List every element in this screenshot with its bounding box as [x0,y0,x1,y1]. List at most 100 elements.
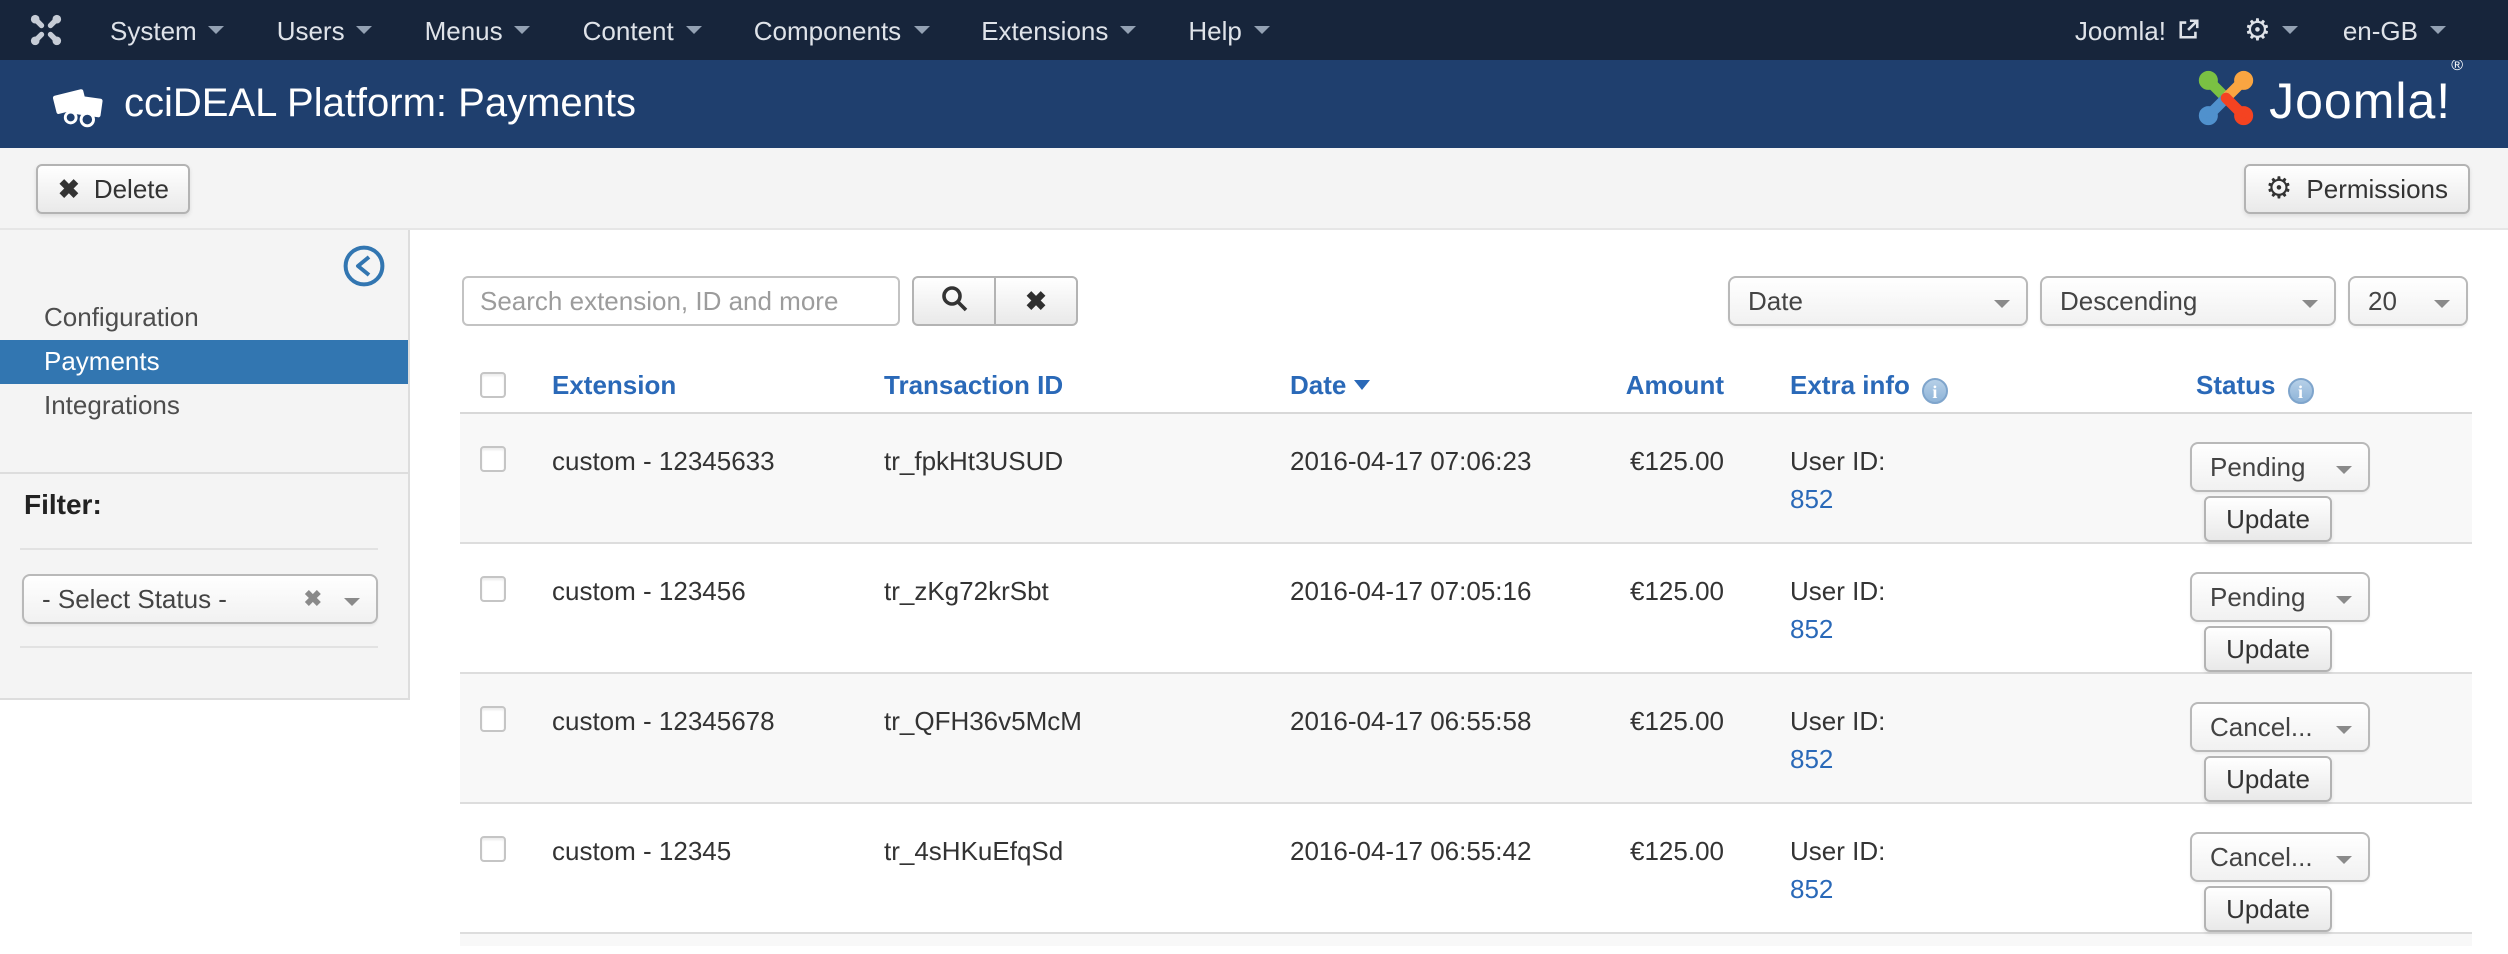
gear-icon: ⚙ [2266,174,2293,204]
sidebar-item-configuration[interactable]: Configuration [0,296,408,340]
clear-search-button[interactable]: ✖ [994,276,1078,326]
chevron-down-icon [2336,726,2352,734]
chevron-down-icon [344,598,360,606]
x-mark-icon: ✖ [1025,285,1047,317]
date-cell: 2016-04-17 07:06:23 [1290,446,1531,476]
search-input[interactable] [462,276,900,326]
page-title: cciDEAL Platform: Payments [124,82,636,128]
joomla-logo-text: Joomla!® [2269,74,2464,132]
user-id-link[interactable]: 852 [1790,874,1833,904]
admin-menubar: System Users Menus Content Components Ex… [0,0,2508,60]
partial-row [460,934,2472,946]
table-row: custom - 12345 tr_4sHKuEfqSd 2016-04-17 … [460,804,2472,934]
update-button[interactable]: Update [2204,756,2332,802]
header-transaction-id[interactable]: Transaction ID [884,370,1063,400]
chevron-down-icon [913,26,929,34]
extra-info-label: User ID: [1790,836,1885,866]
view-site-link[interactable]: Joomla! [2053,0,2222,60]
menubar-right: Joomla! ⚙ en-GB [2053,0,2508,60]
row-checkbox[interactable] [480,576,506,602]
extra-info-label: User ID: [1790,446,1885,476]
row-checkbox[interactable] [480,706,506,732]
date-cell: 2016-04-17 07:05:16 [1290,576,1531,606]
component-header: cciDEAL Platform: Payments [0,60,2508,148]
user-id-link[interactable]: 852 [1790,614,1833,644]
status-filter-select[interactable]: - Select Status - ✖ [22,574,378,624]
divider [0,472,408,474]
user-id-link[interactable]: 852 [1790,484,1833,514]
clear-filter-icon[interactable]: ✖ [304,588,322,614]
sort-desc-icon [1354,380,1370,390]
info-icon[interactable]: i [2287,378,2313,404]
header-extension[interactable]: Extension [552,370,676,400]
row-status-select[interactable]: Cancel... [2190,702,2370,752]
chevron-down-icon [1994,300,2010,308]
amount-cell: €125.00 [1530,836,1724,866]
select-all-checkbox[interactable] [480,372,506,398]
divider [20,646,378,648]
header-extra-info: Extra infoi [1790,370,1948,404]
payments-icon [52,78,106,142]
menu-extensions[interactable]: Extensions [955,0,1162,60]
chevron-down-icon [209,26,225,34]
header-date[interactable]: Date [1290,370,1370,400]
extra-info-label: User ID: [1790,706,1885,736]
menu-menus[interactable]: Menus [399,0,557,60]
update-button[interactable]: Update [2204,886,2332,932]
transaction-id-cell: tr_fpkHt3USUD [884,446,1063,476]
delete-button[interactable]: ✖ Delete [36,164,191,214]
user-id-link[interactable]: 852 [1790,744,1833,774]
extra-info-label: User ID: [1790,576,1885,606]
chevron-down-icon [2302,300,2318,308]
joomla-logo-symbol [2195,68,2255,138]
sort-by-select[interactable]: Date [1728,276,2028,326]
chevron-down-icon [686,26,702,34]
menu-users[interactable]: Users [251,0,399,60]
row-status-select[interactable]: Pending [2190,572,2370,622]
language-menu[interactable]: en-GB [2321,0,2468,60]
table-row: custom - 123456 tr_zKg72krSbt 2016-04-17… [460,544,2472,674]
sidebar-item-payments[interactable]: Payments [0,340,408,384]
magnifier-icon [940,284,968,318]
external-link-icon [2178,15,2200,45]
toolbar: ✖ Delete ⚙ Permissions [0,148,2508,230]
menu-content[interactable]: Content [557,0,728,60]
permissions-button[interactable]: ⚙ Permissions [2244,164,2471,214]
joomla-brand-logo[interactable]: Joomla!® [2195,68,2464,138]
search-button[interactable] [912,276,996,326]
payments-table: Extension Transaction ID Date Amount Ext… [460,364,2472,946]
sidebar-item-integrations[interactable]: Integrations [0,384,408,428]
table-row: custom - 12345678 tr_QFH36v5McM 2016-04-… [460,674,2472,804]
menu-system[interactable]: System [84,0,251,60]
menu-components[interactable]: Components [728,0,955,60]
update-button[interactable]: Update [2204,496,2332,542]
chevron-down-icon [2336,466,2352,474]
row-checkbox[interactable] [480,446,506,472]
chevron-down-icon [357,26,373,34]
table-header: Extension Transaction ID Date Amount Ext… [460,364,2472,414]
info-icon[interactable]: i [1922,378,1948,404]
list-limit-select[interactable]: 20 [2348,276,2468,326]
header-amount[interactable]: Amount [1530,370,1724,400]
chevron-down-icon [1254,26,1270,34]
extension-cell: custom - 12345678 [552,706,775,736]
row-status-select[interactable]: Pending [2190,442,2370,492]
extension-cell: custom - 123456 [552,576,746,606]
row-status-select[interactable]: Cancel... [2190,832,2370,882]
menu-help[interactable]: Help [1162,0,1296,60]
transaction-id-cell: tr_4sHKuEfqSd [884,836,1063,866]
x-mark-icon: ✖ [58,176,80,202]
gear-icon: ⚙ [2244,15,2271,45]
chevron-down-icon [2430,26,2446,34]
chevron-down-icon [2336,856,2352,864]
sort-direction-select[interactable]: Descending [2040,276,2336,326]
update-button[interactable]: Update [2204,626,2332,672]
user-settings-menu[interactable]: ⚙ [2222,0,2321,60]
extension-cell: custom - 12345633 [552,446,775,476]
sidebar-collapse-icon[interactable] [342,244,386,298]
chevron-down-icon [1120,26,1136,34]
row-checkbox[interactable] [480,836,506,862]
sidebar: Configuration Payments Integrations Filt… [0,230,410,700]
main-area: Configuration Payments Integrations Filt… [0,230,2508,954]
sidebar-menu: Configuration Payments Integrations [0,296,408,428]
